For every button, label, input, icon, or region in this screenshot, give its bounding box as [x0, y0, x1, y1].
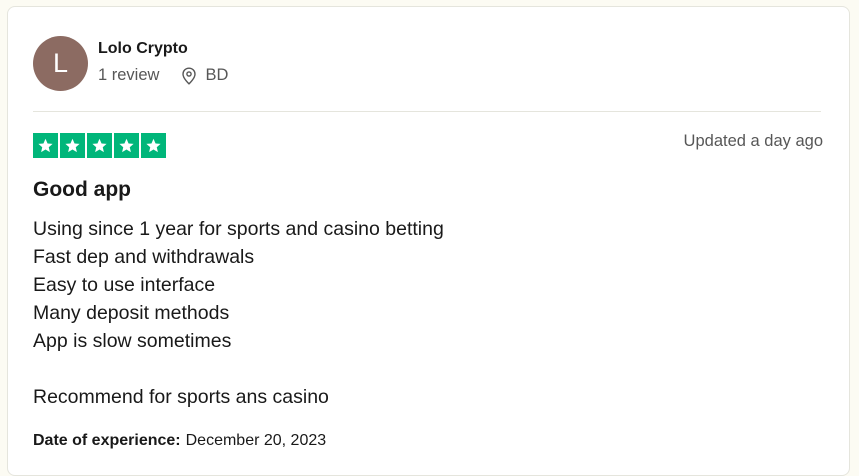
experience-date: December 20, 2023 [185, 432, 327, 449]
review-body-line: Fast dep and withdrawals [33, 246, 255, 268]
star-icon [114, 133, 139, 158]
star-rating [33, 133, 168, 158]
review-title[interactable]: Good app [33, 178, 131, 202]
reviewer-meta: 1 review BD [98, 66, 228, 85]
review-body-line: App is slow sometimes [33, 330, 232, 352]
reviewer-name[interactable]: Lolo Crypto [98, 40, 188, 58]
star-icon [60, 133, 85, 158]
review-body-line: Recommend for sports ans casino [33, 386, 329, 408]
review-body-line: Many deposit methods [33, 302, 230, 324]
review-date: Updated a day ago [683, 132, 823, 150]
experience-label: Date of experience: [33, 432, 181, 449]
date-of-experience: Date of experience: December 20, 2023 [33, 432, 326, 450]
review-card: L Lolo Crypto 1 review BD Updated a day … [7, 6, 850, 476]
review-body-line: Using since 1 year for sports and casino… [33, 218, 444, 240]
divider [33, 111, 821, 112]
review-count: 1 review [98, 66, 160, 84]
star-icon [33, 133, 58, 158]
review-body-line [33, 355, 444, 383]
review-body-line: Easy to use interface [33, 274, 216, 296]
location-pin-icon [181, 66, 197, 85]
reviewer-country: BD [205, 66, 229, 84]
star-icon [87, 133, 112, 158]
avatar[interactable]: L [33, 36, 88, 91]
review-body: Using since 1 year for sports and casino… [33, 215, 444, 411]
avatar-initial: L [52, 48, 69, 78]
star-icon [141, 133, 166, 158]
